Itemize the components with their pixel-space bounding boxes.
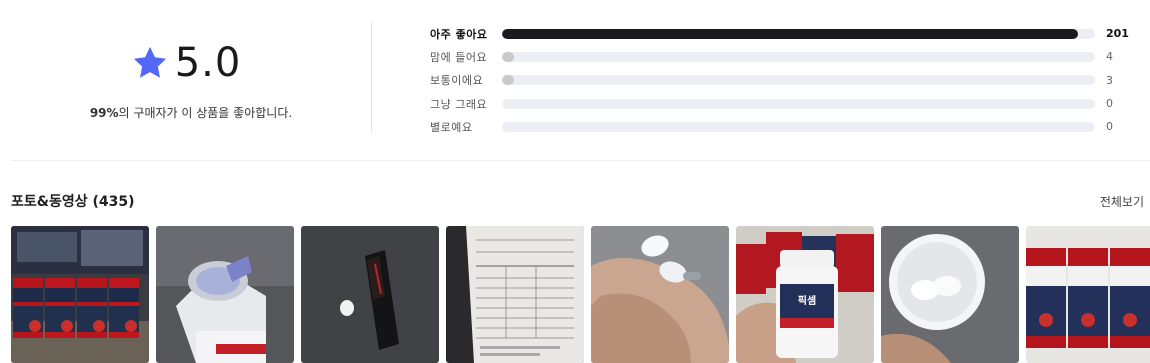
distribution-label: 별로예요 [430, 120, 473, 134]
view-all-link[interactable]: 전체보기 [1100, 193, 1144, 210]
satisfaction-percent: 99% [89, 106, 119, 120]
rating-summary: 5.0 99%의 구매자가 이 상품을 좋아합니다. [0, 0, 372, 132]
distribution-bar [502, 98, 1095, 109]
distribution-bar [502, 121, 1095, 132]
photo-strip: 픽셈 [11, 226, 1150, 363]
distribution-bar-fill [502, 75, 514, 86]
review-photo[interactable] [881, 226, 1019, 363]
distribution-count: 0 [1106, 120, 1113, 134]
distribution-row: 별로예요 0 [430, 115, 1130, 138]
distribution-count: 0 [1106, 97, 1113, 111]
score-row: 5.0 [0, 40, 372, 86]
satisfaction-caption: 99%의 구매자가 이 상품을 좋아합니다. [0, 104, 382, 121]
satisfaction-text: 의 구매자가 이 상품을 좋아합니다. [118, 106, 293, 120]
review-photo[interactable]: 픽셈 [736, 226, 874, 363]
review-photo[interactable] [11, 226, 149, 363]
distribution-count: 3 [1106, 73, 1113, 87]
distribution-count: 201 [1106, 27, 1129, 41]
section-divider [11, 160, 1150, 161]
review-photo[interactable] [1026, 226, 1150, 363]
distribution-row: 보통이에요 3 [430, 69, 1130, 92]
distribution-label: 보통이에요 [430, 74, 484, 88]
distribution-label: 아주 좋아요 [430, 27, 488, 41]
review-photo[interactable] [446, 226, 584, 363]
distribution-bar-fill [502, 28, 1079, 39]
distribution-bar [502, 75, 1095, 86]
distribution-row: 그냥 그래요 0 [430, 92, 1130, 115]
distribution-count: 4 [1106, 50, 1113, 64]
star-icon [133, 46, 166, 78]
distribution-label: 맘에 들어요 [430, 50, 488, 64]
review-photo[interactable] [156, 226, 294, 363]
rating-distribution: 아주 좋아요 201 맘에 들어요 4 보통이에요 3 그냥 그래요 0 별로예… [430, 22, 1130, 138]
distribution-row: 맘에 들어요 4 [430, 45, 1130, 68]
review-photo[interactable] [301, 226, 439, 363]
distribution-bar [502, 28, 1095, 39]
photo-section-title: 포토&동영상 (435) [11, 194, 135, 210]
distribution-label: 그냥 그래요 [430, 97, 488, 111]
distribution-bar-fill [502, 51, 514, 62]
average-score: 5.0 [174, 40, 242, 86]
distribution-row: 아주 좋아요 201 [430, 22, 1130, 45]
product-brand-text: 픽셈 [798, 294, 816, 307]
review-photo[interactable] [591, 226, 729, 363]
vertical-divider [371, 22, 372, 132]
distribution-bar [502, 51, 1095, 62]
